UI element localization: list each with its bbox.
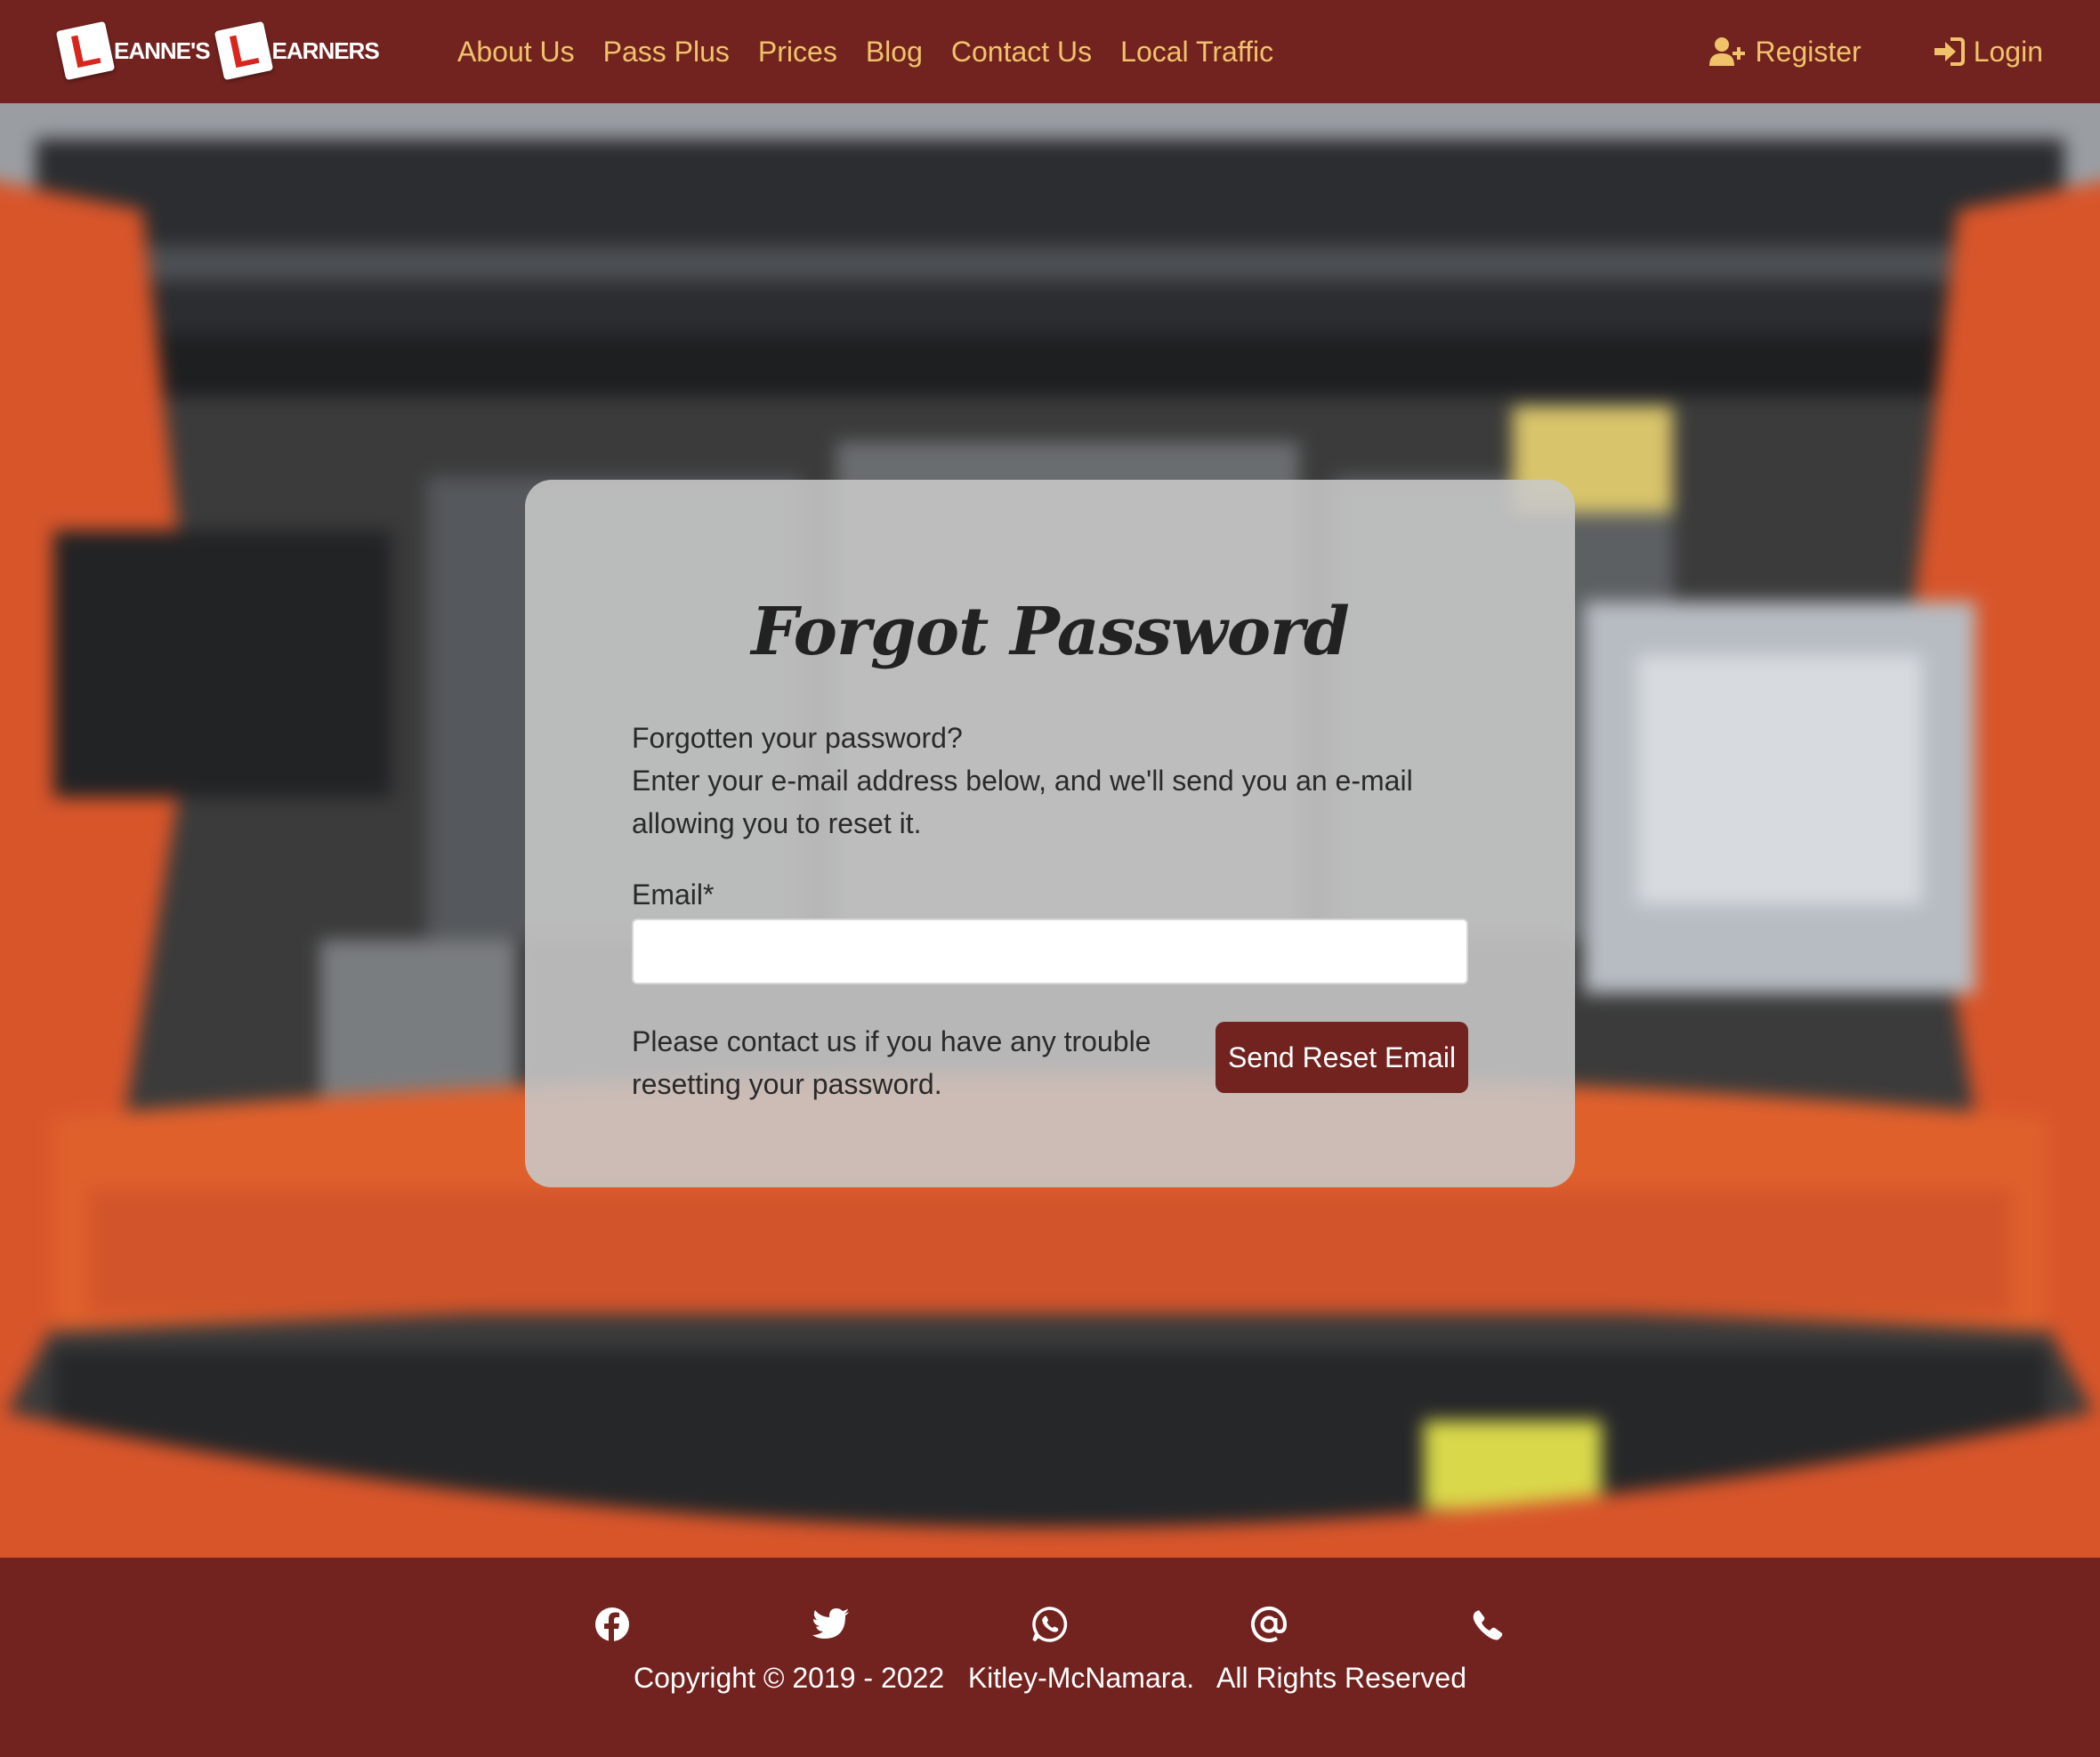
login-label: Login	[1973, 35, 2043, 68]
email-label: Email*	[632, 878, 715, 911]
brand-word-1: EANNE'S	[114, 36, 211, 64]
phone-icon[interactable]	[1467, 1604, 1508, 1645]
brand-word-2: EARNERS	[271, 36, 380, 64]
forgot-password-card: Forgot Password Forgotten your password?…	[525, 480, 1575, 1187]
nav-link-about-us[interactable]: About Us	[457, 36, 575, 69]
nav-link-contact-us[interactable]: Contact Us	[951, 36, 1092, 69]
nav-link-prices[interactable]: Prices	[758, 36, 837, 69]
user-plus-icon	[1708, 37, 1745, 66]
page-title: Forgot Password	[751, 594, 1350, 670]
login-link[interactable]: Login	[1933, 36, 2043, 69]
auth-nav: Register Login	[1708, 0, 2043, 103]
copyright-text: Copyright © 2019 - 2022 Kitley-McNamara.…	[634, 1662, 1466, 1694]
whatsapp-icon[interactable]	[1030, 1604, 1070, 1645]
intro-line-2: Enter your e-mail address below, and we'…	[632, 765, 1413, 839]
main-nav: About Us Pass Plus Prices Blog Contact U…	[457, 0, 1302, 103]
brand-logo[interactable]: L EANNE'S L EARNERS	[55, 20, 388, 82]
twitter-icon[interactable]	[811, 1604, 852, 1645]
sign-in-icon	[1934, 37, 1965, 66]
hero-section: Forgot Password Forgotten your password?…	[0, 103, 2100, 1558]
register-label: Register	[1755, 35, 1862, 68]
at-sign-icon[interactable]	[1248, 1604, 1289, 1645]
help-text: Please contact us if you have any troubl…	[632, 1025, 1151, 1100]
navbar: L EANNE'S L EARNERS About Us Pass Plus P…	[0, 0, 2100, 103]
social-links	[0, 1604, 2100, 1648]
l-plate-icon: L	[214, 20, 273, 81]
nav-link-local-traffic[interactable]: Local Traffic	[1120, 36, 1273, 69]
register-link[interactable]: Register	[1708, 35, 1862, 69]
nav-link-pass-plus[interactable]: Pass Plus	[603, 36, 730, 69]
nav-link-blog[interactable]: Blog	[866, 36, 923, 69]
send-reset-email-button[interactable]: Send Reset Email	[1216, 1022, 1468, 1093]
facebook-icon[interactable]	[592, 1604, 633, 1645]
footer: Copyright © 2019 - 2022 Kitley-McNamara.…	[0, 1558, 2100, 1757]
form-footer: Please contact us if you have any troubl…	[632, 1020, 1468, 1105]
intro-line-1: Forgotten your password?	[632, 722, 963, 754]
email-field[interactable]	[632, 919, 1468, 984]
l-plate-icon: L	[55, 20, 116, 81]
intro-text: Forgotten your password? Enter your e-ma…	[632, 717, 1468, 845]
